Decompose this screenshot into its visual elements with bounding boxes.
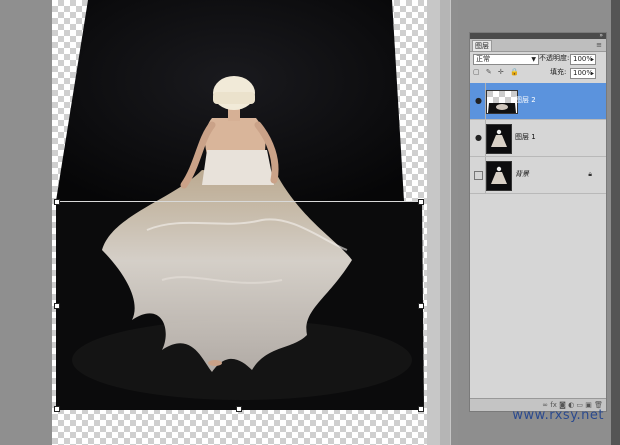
layer-name: 背景 [515,170,529,178]
layer-row-layer-1[interactable]: ● 图层 1 [470,120,606,157]
layer-row-background[interactable]: 背景 🔒︎ [470,157,606,194]
panel-menu-icon[interactable]: ≡ [596,39,602,51]
window-edge [611,0,620,445]
blend-opacity-row: 正常 ▼ 不透明度: 100% ▸ [470,52,606,66]
layer-list: ● 图层 2 ● 图层 1 背景 🔒︎ [470,83,606,194]
opacity-input[interactable]: 100% ▸ [570,54,596,65]
layers-panel: » 图层 ≡ 正常 ▼ 不透明度: 100% ▸ ▢ ✎ ✛ 🔒 填充: 100… [469,32,607,412]
layer-name: 图层 1 [515,133,536,141]
canvas-area[interactable] [0,0,458,445]
transform-handle-mr[interactable] [418,303,424,309]
layer-thumbnail [486,161,512,191]
eye-icon[interactable]: ● [474,96,483,105]
chevron-right-icon: ▸ [590,70,594,77]
transform-handle-br[interactable] [418,406,424,412]
lock-fill-row: ▢ ✎ ✛ 🔒 填充: 100% ▸ [470,66,606,79]
transform-handle-ml[interactable] [54,303,60,309]
transform-handle-tr[interactable] [418,199,424,205]
lock-icon: 🔒︎ [588,170,592,178]
panel-tabbar: 图层 ≡ [470,39,606,52]
document-image[interactable] [52,0,427,420]
fill-label: 填充: [550,68,567,76]
layer-thumbnail [486,90,518,114]
eye-icon[interactable]: ● [474,133,483,142]
chevron-down-icon: ▼ [531,56,536,63]
vertical-scrollbar[interactable] [440,0,450,445]
layer-name: 图层 2 [515,96,536,104]
watermark-text: www.rxsy.net [512,408,604,423]
transform-guide-line [56,201,421,202]
layer-row-layer-2[interactable]: ● 图层 2 [470,83,606,120]
visibility-toggle-off[interactable] [474,171,483,180]
fill-input[interactable]: 100% ▸ [570,68,596,79]
chevron-right-icon: ▸ [590,56,594,63]
opacity-label: 不透明度: [539,54,570,62]
lock-options-icons[interactable]: ▢ ✎ ✛ 🔒 [473,68,521,77]
transform-handle-tl[interactable] [54,199,60,205]
blend-mode-value: 正常 [476,55,490,63]
tab-layers[interactable]: 图层 [472,40,492,51]
blend-mode-select[interactable]: 正常 ▼ [473,54,539,65]
transform-handle-bc[interactable] [236,406,242,412]
transform-handle-bl[interactable] [54,406,60,412]
layer-thumbnail [486,124,512,154]
